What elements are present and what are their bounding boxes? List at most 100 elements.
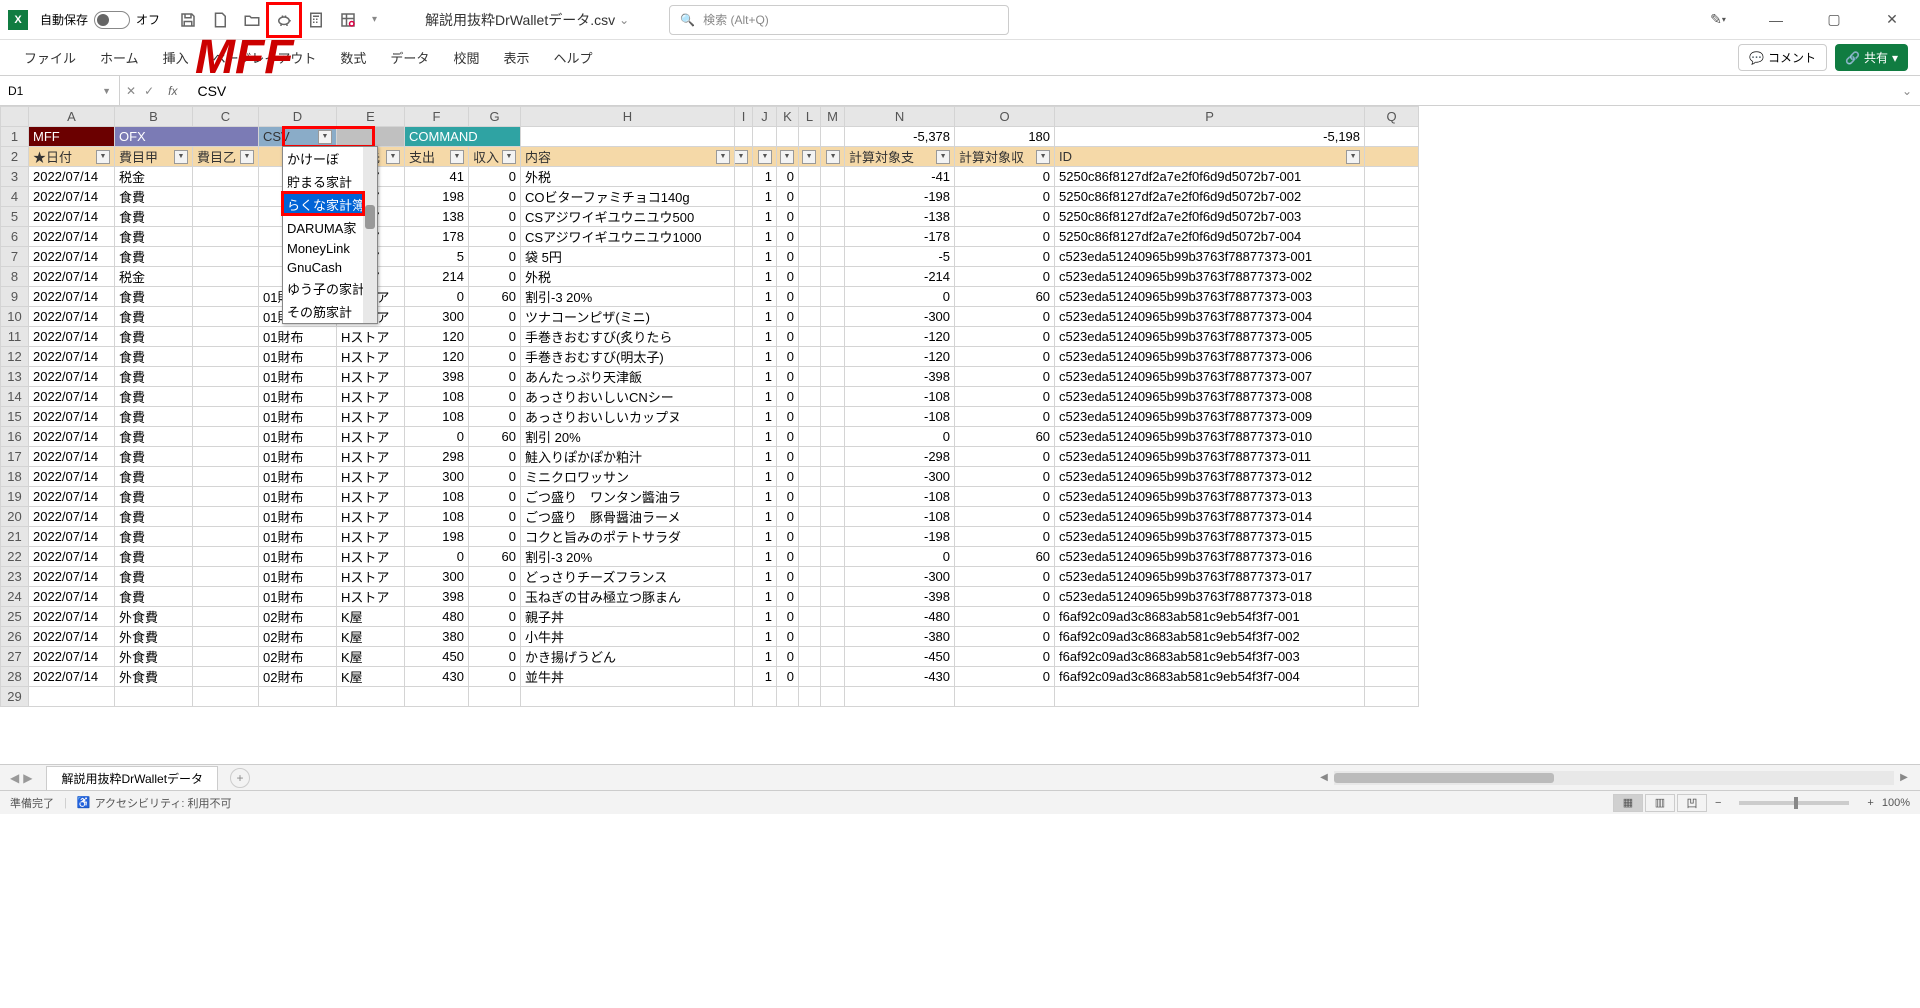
cell[interactable]: 60	[955, 427, 1055, 447]
cell[interactable]	[821, 447, 845, 467]
filter-icon[interactable]: ▼	[716, 150, 730, 164]
cell[interactable]: 割引 20%	[521, 427, 735, 447]
cell[interactable]: -480	[845, 607, 955, 627]
cell[interactable]	[799, 467, 821, 487]
cell[interactable]	[1365, 327, 1419, 347]
cell[interactable]	[821, 127, 845, 147]
cell[interactable]	[337, 127, 405, 147]
cell[interactable]: 01財布	[259, 407, 337, 427]
cell[interactable]: K屋	[337, 667, 405, 687]
cell[interactable]	[735, 187, 753, 207]
cell[interactable]: -108	[845, 407, 955, 427]
cell[interactable]: 食費	[115, 567, 193, 587]
cell[interactable]: 外食費	[115, 607, 193, 627]
cell[interactable]	[799, 567, 821, 587]
cell[interactable]: 0	[777, 527, 799, 547]
cell[interactable]	[821, 647, 845, 667]
cell[interactable]	[821, 347, 845, 367]
cell[interactable]: c523eda51240965b99b3763f78877373-018	[1055, 587, 1365, 607]
cell[interactable]: 0	[955, 387, 1055, 407]
cell[interactable]: どっさりチーズフランス	[521, 567, 735, 587]
cell[interactable]	[735, 267, 753, 287]
cell[interactable]: 0	[777, 547, 799, 567]
header-cell[interactable]: ▼	[735, 147, 753, 167]
cell[interactable]: ミニクロワッサン	[521, 467, 735, 487]
header-cell[interactable]: 計算対象収▼	[955, 147, 1055, 167]
cell[interactable]	[1365, 347, 1419, 367]
zoom-slider[interactable]	[1739, 801, 1849, 805]
row-header[interactable]: 9	[1, 287, 29, 307]
cell[interactable]: 0	[955, 627, 1055, 647]
cell[interactable]	[1365, 407, 1419, 427]
cell[interactable]: -214	[845, 267, 955, 287]
header-cell[interactable]: 支出▼	[405, 147, 469, 167]
cell[interactable]	[193, 307, 259, 327]
cell[interactable]: 0	[777, 507, 799, 527]
cell[interactable]: 食費	[115, 527, 193, 547]
cell[interactable]: 0	[469, 327, 521, 347]
cell[interactable]: 1	[753, 447, 777, 467]
cell[interactable]: 480	[405, 607, 469, 627]
cell[interactable]	[821, 207, 845, 227]
cell[interactable]	[735, 647, 753, 667]
cell[interactable]: 120	[405, 327, 469, 347]
cell[interactable]	[193, 367, 259, 387]
cell[interactable]: 0	[777, 607, 799, 627]
cell[interactable]	[799, 487, 821, 507]
cell[interactable]	[735, 467, 753, 487]
cell[interactable]: -198	[845, 527, 955, 547]
tab-formulas[interactable]: 数式	[328, 42, 378, 73]
enter-icon[interactable]: ✓	[144, 84, 154, 98]
header-cell[interactable]: 計算対象支▼	[845, 147, 955, 167]
tab-review[interactable]: 校閲	[441, 42, 491, 73]
cell[interactable]	[735, 387, 753, 407]
cell[interactable]: 0	[955, 307, 1055, 327]
cell[interactable]: 手巻きおむすび(炙りたら	[521, 327, 735, 347]
cell[interactable]: 2022/07/14	[29, 447, 115, 467]
cell[interactable]: 0	[777, 227, 799, 247]
filter-icon[interactable]: ▼	[240, 150, 254, 164]
cell[interactable]	[1365, 167, 1419, 187]
cell[interactable]: 0	[955, 607, 1055, 627]
cell[interactable]: 1	[753, 267, 777, 287]
cell[interactable]: 0	[955, 447, 1055, 467]
horizontal-scrollbar[interactable]	[1334, 771, 1894, 785]
cell[interactable]: c523eda51240965b99b3763f78877373-002	[1055, 267, 1365, 287]
col-header-C[interactable]: C	[193, 107, 259, 127]
filter-icon[interactable]: ▼	[1036, 150, 1050, 164]
cell[interactable]	[821, 167, 845, 187]
cell[interactable]: 60	[469, 547, 521, 567]
col-header-I[interactable]: I	[735, 107, 753, 127]
cell[interactable]: -138	[845, 207, 955, 227]
cell[interactable]	[821, 547, 845, 567]
tab-data[interactable]: データ	[378, 42, 441, 73]
cell[interactable]: -120	[845, 327, 955, 347]
row-header[interactable]: 28	[1, 667, 29, 687]
cell[interactable]: 0	[405, 427, 469, 447]
cell[interactable]: OFX	[115, 127, 259, 147]
cell[interactable]: 1	[753, 527, 777, 547]
cell[interactable]: 02財布	[259, 607, 337, 627]
cell[interactable]: 430	[405, 667, 469, 687]
row-header[interactable]: 6	[1, 227, 29, 247]
cell[interactable]: -380	[845, 627, 955, 647]
header-cell[interactable]: 費目乙▼	[193, 147, 259, 167]
cell[interactable]	[193, 547, 259, 567]
cell[interactable]: 食費	[115, 587, 193, 607]
cell[interactable]	[799, 447, 821, 467]
cell[interactable]: 01財布	[259, 467, 337, 487]
cell[interactable]	[821, 607, 845, 627]
cell[interactable]: COビターファミチョコ140g	[521, 187, 735, 207]
tab-view[interactable]: 表示	[491, 42, 541, 73]
cell[interactable]	[1365, 547, 1419, 567]
cell[interactable]	[799, 307, 821, 327]
cell[interactable]	[193, 427, 259, 447]
cell[interactable]: 2022/07/14	[29, 247, 115, 267]
cell[interactable]	[193, 687, 259, 707]
cell[interactable]	[799, 167, 821, 187]
dropdown-scrollbar[interactable]	[363, 147, 377, 323]
cell[interactable]: c523eda51240965b99b3763f78877373-016	[1055, 547, 1365, 567]
cell[interactable]	[799, 647, 821, 667]
cell[interactable]	[1365, 207, 1419, 227]
cell[interactable]: 450	[405, 647, 469, 667]
